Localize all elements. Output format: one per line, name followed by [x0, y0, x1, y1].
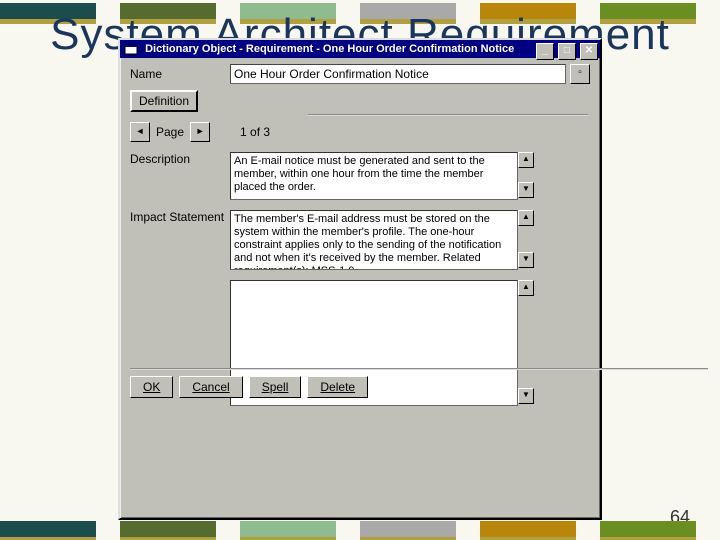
scroll-up-icon[interactable]: ▲: [518, 152, 534, 168]
scroll-down-icon[interactable]: ▼: [518, 388, 534, 404]
decor-bar-bottom: [0, 518, 720, 540]
impact-textarea[interactable]: [230, 210, 518, 270]
separator-line: [308, 114, 588, 116]
page-prev-button[interactable]: ◄: [130, 122, 150, 142]
dialog-titlebar[interactable]: Dictionary Object - Requirement - One Ho…: [120, 40, 600, 58]
definition-tab-button[interactable]: Definition: [130, 90, 198, 112]
page-label: Page: [156, 125, 184, 139]
spell-button[interactable]: Spell: [249, 376, 302, 398]
page-next-button[interactable]: ►: [190, 122, 210, 142]
requirement-dialog: Dictionary Object - Requirement - One Ho…: [118, 38, 602, 520]
separator-line: [130, 368, 708, 370]
page-indicator: 1 of 3: [240, 125, 270, 139]
description-textarea[interactable]: [230, 152, 518, 200]
ok-button[interactable]: OK: [130, 376, 173, 398]
scroll-down-icon[interactable]: ▼: [518, 182, 534, 198]
dialog-title-text: Dictionary Object - Requirement - One Ho…: [145, 43, 514, 55]
name-label: Name: [130, 67, 230, 81]
scroll-up-icon[interactable]: ▲: [518, 210, 534, 226]
name-picker-button[interactable]: ▫: [570, 64, 590, 84]
scroll-up-icon[interactable]: ▲: [518, 280, 534, 296]
name-input[interactable]: [230, 64, 566, 84]
cancel-button[interactable]: Cancel: [179, 376, 242, 398]
description-label: Description: [130, 152, 230, 166]
impact-label: Impact Statement: [130, 210, 230, 224]
delete-button[interactable]: Delete: [307, 376, 368, 398]
scroll-down-icon[interactable]: ▼: [518, 252, 534, 268]
window-icon: [124, 42, 138, 56]
